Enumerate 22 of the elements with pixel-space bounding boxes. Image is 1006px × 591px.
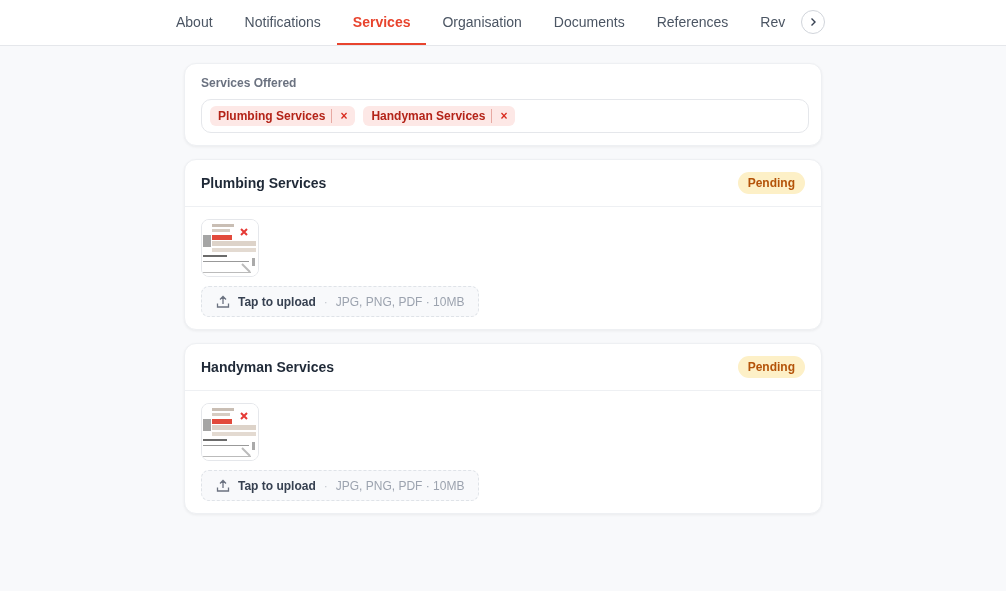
tag-input-field[interactable]: Plumbing Services × Handyman Services ×: [201, 99, 809, 133]
service-title: Handyman Services: [201, 359, 335, 375]
field-label: Services Offered: [201, 76, 298, 90]
scroll-right-button[interactable]: [801, 10, 826, 34]
tab[interactable]: Rev: [744, 0, 802, 45]
upload-icon: [216, 294, 230, 309]
service-title: Plumbing Services: [201, 175, 327, 191]
remove-tag-button[interactable]: ×: [498, 109, 510, 123]
tab[interactable]: Services: [336, 0, 427, 45]
status-badge: Pending: [737, 172, 805, 194]
upload-icon: [216, 478, 230, 493]
tab[interactable]: About: [160, 0, 229, 45]
tab[interactable]: Organisation: [426, 0, 538, 45]
remove-tag-button[interactable]: ×: [338, 109, 350, 123]
tag-label: Handyman Services: [371, 109, 486, 123]
upload-button[interactable]: Tap to upload · JPG, PNG, PDF · 10MB: [201, 286, 480, 317]
tab[interactable]: Notifications: [228, 0, 337, 45]
tag-label: Plumbing Services: [218, 109, 326, 123]
upload-button[interactable]: Tap to upload · JPG, PNG, PDF · 10MB: [201, 470, 480, 501]
status-badge: Pending: [737, 356, 805, 378]
tab[interactable]: Documents: [537, 0, 641, 45]
tab[interactable]: References: [640, 0, 745, 45]
